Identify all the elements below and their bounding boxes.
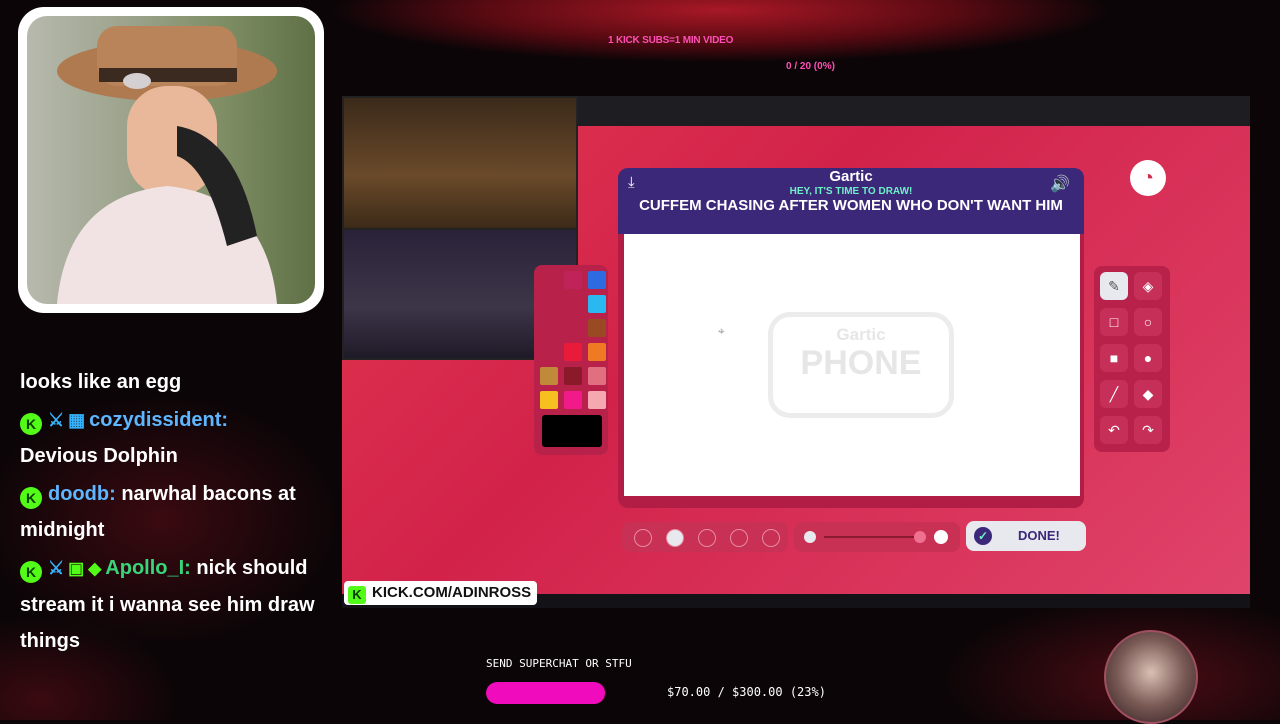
streamer-webcam-frame — [18, 7, 324, 313]
undo-icon[interactable]: ↶ — [1100, 416, 1128, 444]
opacity-track — [824, 536, 924, 538]
rectangle-outline-icon[interactable]: □ — [1100, 308, 1128, 336]
fill-bucket-icon[interactable]: ◆ — [1134, 380, 1162, 408]
guest-webcam-top — [342, 96, 578, 230]
rectangle-filled-icon[interactable]: ■ — [1100, 344, 1128, 372]
color-swatch[interactable] — [540, 295, 558, 313]
brush-size-selector — [622, 522, 788, 552]
draw-prompt: CUFFEM CHASING AFTER WOMEN WHO DON'T WAN… — [639, 197, 1063, 214]
color-swatch[interactable] — [540, 391, 558, 409]
streamer-avatar — [1104, 630, 1198, 724]
done-button[interactable]: ✓ DONE! — [966, 521, 1086, 551]
checkmark-icon: ✓ — [974, 527, 992, 545]
brush-size-option[interactable] — [634, 529, 652, 547]
brush-size-option[interactable] — [730, 529, 748, 547]
chat-message: looks like an egg — [20, 364, 330, 400]
sword-badge-icon: ⚔ — [48, 410, 65, 430]
stream-url: KICK.COM/ADINROSS — [372, 584, 532, 601]
chat-username[interactable]: Apollo_I: — [105, 557, 191, 579]
stream-chat: looks like an egg K ⚔ ▦ cozydissident: Devi… — [20, 364, 330, 661]
color-swatch[interactable] — [588, 367, 606, 385]
eraser-icon[interactable]: ◈ — [1134, 272, 1162, 300]
gartic-phone-watermark: Gartic PHONE — [768, 312, 954, 418]
pencil-icon[interactable]: ✎ — [1100, 272, 1128, 300]
chat-text: Devious Dolphin — [20, 445, 178, 467]
kick-badge-icon: K — [20, 487, 42, 509]
opacity-handle[interactable] — [914, 531, 926, 543]
chat-text: looks like an egg — [20, 371, 182, 393]
chat-message: K ⚔ ▦ cozydissident: Devious Dolphin — [20, 402, 330, 474]
color-swatch[interactable] — [564, 343, 582, 361]
superchat-label: SEND SUPERCHAT OR STFU — [486, 657, 632, 670]
color-swatches — [540, 271, 606, 409]
color-swatch[interactable] — [540, 319, 558, 337]
color-swatch[interactable] — [564, 391, 582, 409]
webcam-figure — [57, 26, 277, 304]
crosshair-cursor-icon: ⌖ — [718, 324, 725, 338]
color-swatch[interactable] — [588, 343, 606, 361]
sword-badge-icon: ⚔ — [48, 558, 65, 578]
chat-message: K ⚔ ▣ ◆ Apollo_I: nick should stream it i wa… — [20, 550, 330, 659]
chat-username[interactable]: doodb: — [48, 483, 116, 505]
speaker-icon[interactable]: 🔊 — [1050, 174, 1070, 194]
kick-badge-icon: K — [20, 413, 42, 435]
brush-size-option-selected[interactable] — [666, 529, 684, 547]
sub-goal-count: 0 / 20 (0%) — [786, 61, 835, 72]
color-swatch[interactable] — [564, 271, 582, 289]
color-palette — [534, 265, 608, 455]
color-swatch[interactable] — [564, 367, 582, 385]
opacity-max-dot — [934, 530, 948, 544]
kick-badge-icon: K — [20, 561, 42, 583]
watermark-bottom: PHONE — [800, 344, 922, 382]
chat-message: Kdoodb: narwhal bacons at midnight — [20, 476, 330, 548]
donation-progress-bar — [486, 682, 606, 704]
color-swatch[interactable] — [588, 271, 606, 289]
opacity-min-dot — [804, 531, 816, 543]
watermark-top: Gartic — [836, 325, 886, 344]
drawing-canvas[interactable]: ⌖ Gartic PHONE — [624, 234, 1080, 496]
streamer-webcam — [27, 16, 315, 304]
done-label: DONE! — [1018, 528, 1060, 543]
selected-color-black[interactable] — [542, 415, 602, 447]
donation-progress-fill — [486, 682, 605, 704]
sub-badge-icon: ▦ — [68, 410, 86, 430]
gem-badge-icon: ◆ — [88, 559, 102, 578]
kick-logo-icon: K — [348, 586, 366, 604]
draw-subtitle: HEY, IT'S TIME TO DRAW! — [789, 186, 913, 197]
color-swatch[interactable] — [588, 319, 606, 337]
gift-badge-icon: ▣ — [68, 559, 85, 578]
circle-filled-icon[interactable]: ● — [1134, 344, 1162, 372]
color-swatch[interactable] — [540, 271, 558, 289]
brush-size-option[interactable] — [762, 529, 780, 547]
gartic-logo: Gartic — [829, 168, 873, 185]
color-swatch[interactable] — [564, 295, 582, 313]
opacity-slider[interactable] — [794, 522, 960, 552]
donation-goal-amount: $70.00 / $300.00 (23%) — [667, 685, 826, 699]
tool-panel: ✎ ◈ □ ○ ■ ● ╱ ◆ ↶ ↷ — [1094, 266, 1170, 452]
prompt-header: ⤓ Gartic HEY, IT'S TIME TO DRAW! CUFFEM … — [618, 168, 1084, 234]
redo-icon[interactable]: ↷ — [1134, 416, 1162, 444]
line-icon[interactable]: ╱ — [1100, 380, 1128, 408]
color-swatch[interactable] — [588, 391, 606, 409]
circle-outline-icon[interactable]: ○ — [1134, 308, 1162, 336]
gartic-draw-card: ⤓ Gartic HEY, IT'S TIME TO DRAW! CUFFEM … — [618, 168, 1084, 508]
brush-size-option[interactable] — [698, 529, 716, 547]
color-swatch[interactable] — [540, 367, 558, 385]
sub-goal-banner: 1 KICK SUBS=1 MIN VIDEO — [608, 35, 734, 46]
color-swatch[interactable] — [564, 319, 582, 337]
color-swatch[interactable] — [588, 295, 606, 313]
timer-icon: ◔ — [1130, 160, 1166, 196]
stream-url-badge: K KICK.COM/ADINROSS — [344, 581, 538, 605]
color-swatch[interactable] — [540, 343, 558, 361]
chat-username[interactable]: cozydissident: — [89, 409, 228, 431]
